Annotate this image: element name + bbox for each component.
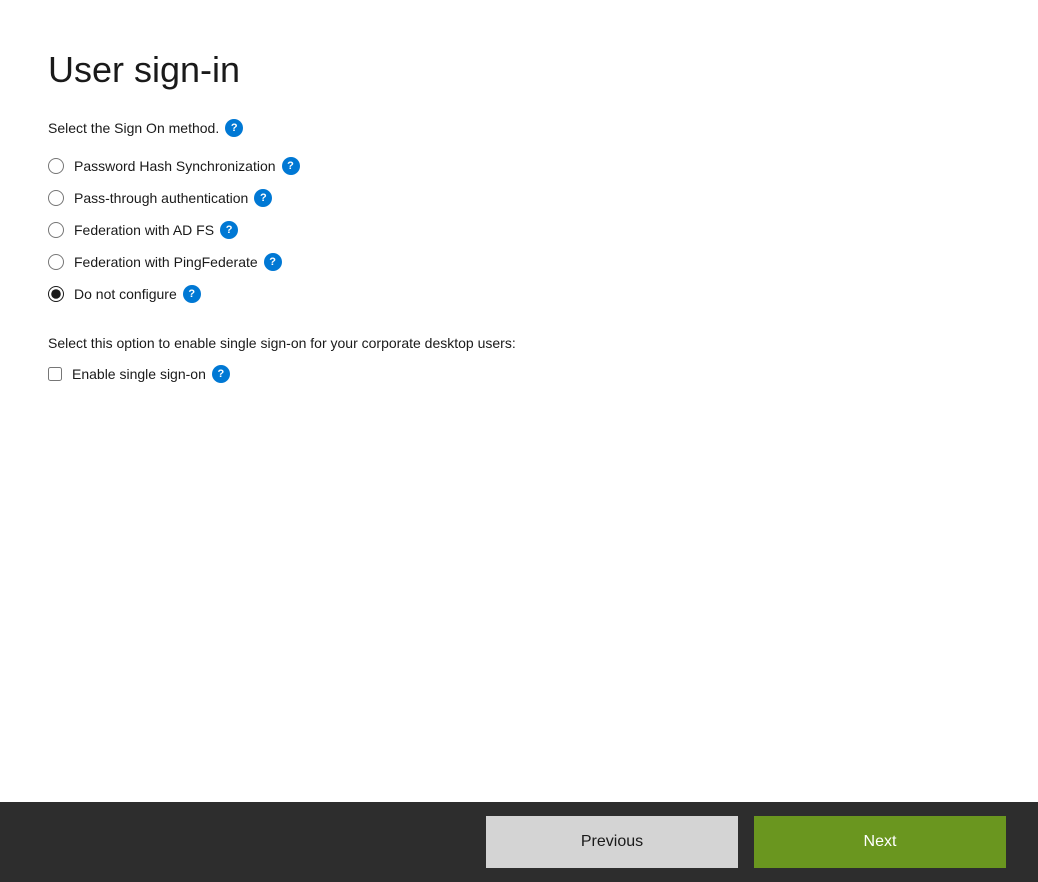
radio-passthrough[interactable] — [48, 190, 64, 206]
sso-section: Select this option to enable single sign… — [48, 335, 990, 383]
radio-label-pingfederate: Federation with PingFederate — [74, 254, 258, 270]
radio-option-pingfederate[interactable]: Federation with PingFederate ? — [48, 253, 990, 271]
radio-label-password-hash: Password Hash Synchronization — [74, 158, 276, 174]
sso-help-icon[interactable]: ? — [212, 365, 230, 383]
previous-button[interactable]: Previous — [486, 816, 738, 868]
password-hash-help-icon[interactable]: ? — [282, 157, 300, 175]
sso-checkbox[interactable] — [48, 367, 62, 381]
radio-label-passthrough: Pass-through authentication — [74, 190, 248, 206]
adfs-help-icon[interactable]: ? — [220, 221, 238, 239]
radio-label-do-not-configure: Do not configure — [74, 286, 177, 302]
radio-option-passthrough[interactable]: Pass-through authentication ? — [48, 189, 990, 207]
radio-label-adfs: Federation with AD FS — [74, 222, 214, 238]
radio-option-adfs[interactable]: Federation with AD FS ? — [48, 221, 990, 239]
radio-pingfederate[interactable] — [48, 254, 64, 270]
next-button[interactable]: Next — [754, 816, 1006, 868]
subtitle-row: Select the Sign On method. ? — [48, 119, 990, 137]
sso-checkbox-label: Enable single sign-on — [72, 366, 206, 382]
radio-adfs[interactable] — [48, 222, 64, 238]
sso-subtitle: Select this option to enable single sign… — [48, 335, 990, 351]
subtitle-text: Select the Sign On method. — [48, 120, 219, 136]
subtitle-help-icon[interactable]: ? — [225, 119, 243, 137]
sso-checkbox-option[interactable]: Enable single sign-on ? — [48, 365, 990, 383]
radio-do-not-configure[interactable] — [48, 286, 64, 302]
footer: Previous Next — [0, 802, 1038, 882]
sign-on-radio-group: Password Hash Synchronization ? Pass-thr… — [48, 157, 990, 303]
page-title: User sign-in — [48, 48, 990, 91]
do-not-configure-help-icon[interactable]: ? — [183, 285, 201, 303]
passthrough-help-icon[interactable]: ? — [254, 189, 272, 207]
radio-password-hash[interactable] — [48, 158, 64, 174]
pingfederate-help-icon[interactable]: ? — [264, 253, 282, 271]
main-content: User sign-in Select the Sign On method. … — [0, 0, 1038, 802]
radio-option-do-not-configure[interactable]: Do not configure ? — [48, 285, 990, 303]
radio-option-password-hash[interactable]: Password Hash Synchronization ? — [48, 157, 990, 175]
